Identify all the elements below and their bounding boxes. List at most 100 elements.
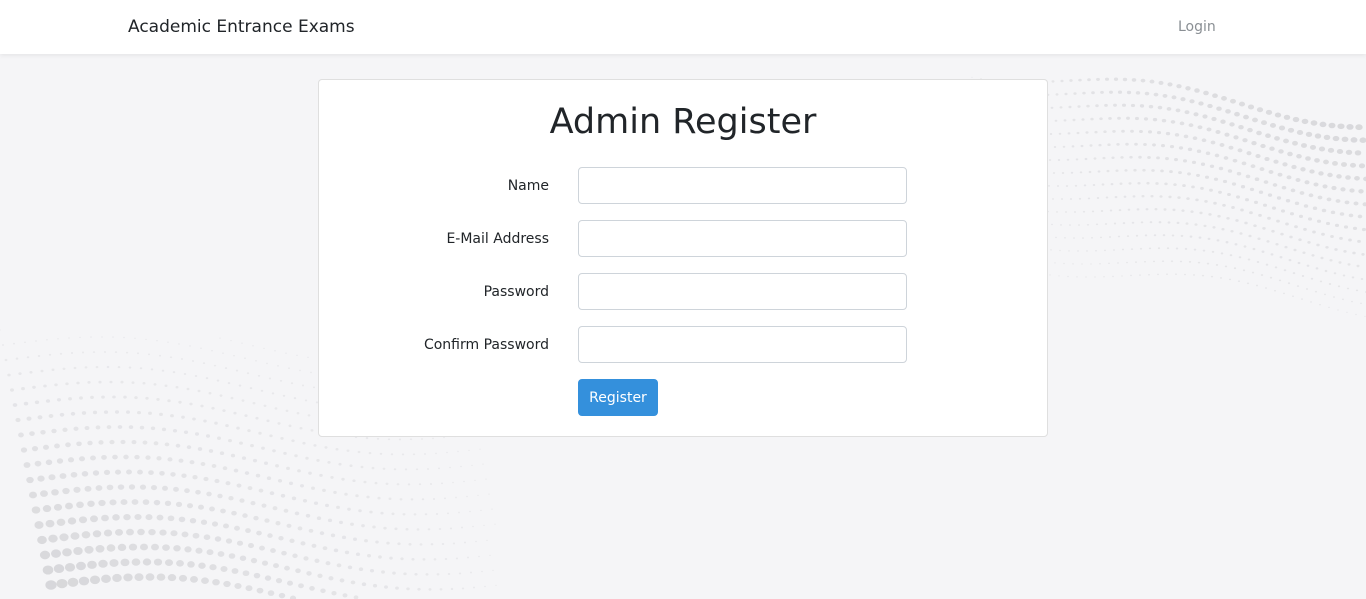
halftone-dot — [1261, 250, 1265, 253]
halftone-dot — [423, 453, 427, 455]
halftone-dot — [95, 545, 105, 553]
halftone-dot — [1303, 204, 1309, 208]
halftone-dot — [388, 497, 392, 501]
halftone-dot — [1292, 272, 1296, 275]
halftone-dot — [1330, 210, 1336, 215]
halftone-dot — [1134, 116, 1140, 121]
halftone-dot — [198, 504, 204, 510]
halftone-dot — [1165, 131, 1171, 136]
halftone-dot — [1222, 203, 1226, 207]
halftone-dot — [156, 456, 162, 461]
halftone-dot — [1108, 262, 1110, 265]
halftone-dot — [134, 396, 138, 400]
halftone-dot — [109, 439, 115, 445]
halftone-dot — [1070, 171, 1074, 174]
halftone-dot — [1350, 137, 1358, 143]
halftone-dot — [142, 382, 146, 385]
halftone-dot — [1185, 222, 1189, 225]
brand-link[interactable]: Academic Entrance Exams — [128, 15, 355, 39]
halftone-dot — [1152, 117, 1158, 122]
halftone-dot — [34, 460, 42, 467]
halftone-dot — [375, 540, 379, 544]
halftone-dot — [294, 454, 298, 458]
halftone-dot — [270, 548, 276, 554]
halftone-dot — [272, 449, 276, 453]
halftone-dot — [59, 533, 69, 542]
halftone-dot — [1301, 298, 1303, 300]
halftone-dot — [211, 464, 217, 468]
halftone-dot — [1160, 169, 1164, 173]
halftone-dot — [120, 380, 124, 384]
halftone-dot — [1327, 147, 1335, 153]
halftone-dot — [1352, 226, 1358, 231]
halftone-dot — [230, 396, 234, 400]
halftone-dot — [98, 499, 106, 507]
halftone-dot — [81, 411, 87, 415]
halftone-dot — [1291, 164, 1297, 170]
halftone-dot — [1337, 123, 1345, 130]
halftone-dot — [1076, 276, 1078, 278]
halftone-dot — [1130, 274, 1132, 277]
halftone-dot — [1118, 209, 1122, 212]
halftone-dot — [117, 366, 121, 369]
halftone-dot — [455, 557, 459, 560]
halftone-dot — [1318, 146, 1326, 152]
halftone-dot — [241, 342, 243, 344]
halftone-dot — [1121, 248, 1125, 251]
halftone-dot — [471, 464, 473, 467]
halftone-dot — [1249, 187, 1255, 192]
halftone-dot — [1113, 77, 1119, 81]
register-button[interactable]: Register — [578, 379, 658, 416]
halftone-dot — [1297, 261, 1301, 265]
halftone-dot — [1271, 206, 1277, 210]
halftone-dot — [1287, 151, 1293, 157]
halftone-dot — [1239, 232, 1243, 235]
halftone-dot — [458, 511, 460, 514]
halftone-dot — [1058, 132, 1062, 135]
name-input[interactable] — [578, 167, 907, 204]
halftone-dot — [325, 503, 329, 508]
halftone-dot — [1204, 199, 1208, 203]
halftone-dot — [230, 453, 236, 458]
halftone-dot — [283, 508, 289, 513]
halftone-dot — [200, 347, 202, 349]
halftone-dot — [89, 575, 101, 585]
halftone-dot — [288, 424, 292, 428]
halftone-dot — [1152, 143, 1156, 147]
halftone-dot — [1121, 275, 1123, 277]
halftone-dot — [183, 372, 187, 376]
confirm-password-label: Confirm Password — [423, 337, 549, 353]
halftone-dot — [1241, 161, 1247, 166]
halftone-dot — [286, 466, 290, 471]
email-input[interactable] — [578, 220, 907, 257]
halftone-dot — [347, 565, 353, 570]
halftone-dot — [1269, 276, 1273, 279]
halftone-dot — [1309, 169, 1315, 174]
halftone-dot — [162, 485, 168, 491]
halftone-dot — [228, 553, 236, 559]
halftone-dot — [494, 523, 496, 525]
login-link[interactable]: Login — [1178, 17, 1216, 37]
halftone-dot — [478, 555, 480, 558]
halftone-dot — [259, 545, 265, 551]
halftone-dot — [28, 491, 38, 499]
halftone-dot — [481, 570, 483, 573]
halftone-dot — [1298, 214, 1304, 219]
halftone-dot — [32, 385, 36, 389]
halftone-dot — [263, 404, 267, 407]
halftone-dot — [1072, 118, 1076, 122]
halftone-dot — [438, 527, 442, 531]
password-input[interactable] — [578, 273, 907, 310]
halftone-dot — [1196, 149, 1202, 153]
halftone-dot — [1140, 221, 1144, 224]
halftone-dot — [45, 399, 51, 403]
halftone-dot — [308, 528, 314, 533]
halftone-dot — [230, 339, 232, 342]
halftone-dot — [249, 387, 253, 390]
halftone-dot — [439, 588, 443, 591]
halftone-dot — [64, 562, 76, 572]
halftone-dot — [1073, 211, 1077, 213]
halftone-dot — [1240, 208, 1244, 212]
halftone-dot — [261, 560, 269, 566]
confirm-password-input[interactable] — [578, 326, 907, 363]
